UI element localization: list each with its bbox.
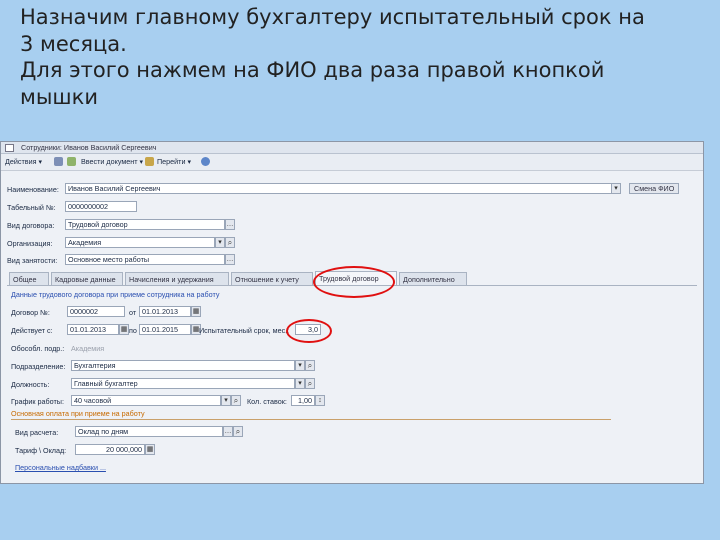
tab-highlight-oval: [313, 266, 395, 298]
contract-panel: Данные трудового договора при приеме сот…: [7, 285, 697, 479]
caption-line-1: Назначим главному бухгалтеру испытательн…: [20, 5, 645, 29]
window-icon: [5, 144, 14, 152]
slide-caption: Назначим главному бухгалтеру испытательн…: [20, 4, 710, 110]
toolbar: Действия ▾ Ввести документ ▾ Перейти ▾: [1, 154, 703, 171]
window-titlebar: Сотрудники: Иванов Василий Сергеевич: [1, 142, 703, 154]
rates-stepper[interactable]: ↕: [315, 395, 325, 406]
caption-line-2: 3 месяца.: [20, 31, 127, 56]
organization-search-icon[interactable]: ⌕: [225, 237, 235, 248]
calc-type-select-button[interactable]: …: [223, 426, 233, 437]
help-icon[interactable]: [201, 157, 210, 166]
tab-general[interactable]: Общее: [9, 272, 49, 285]
schedule-dropdown-button[interactable]: ▾: [221, 395, 231, 406]
employee-window: Сотрудники: Иванов Василий Сергеевич Дей…: [0, 141, 704, 484]
enter-document-menu[interactable]: Ввести документ ▾: [81, 157, 143, 166]
contract-date-field[interactable]: 01.01.2013: [139, 306, 191, 317]
contract-section-title: Данные трудового договора при приеме сот…: [11, 290, 220, 299]
organization-dropdown-button[interactable]: ▾: [215, 237, 225, 248]
tab-personnel[interactable]: Кадровые данные: [51, 272, 123, 285]
schedule-field[interactable]: 40 часовой: [71, 395, 221, 406]
contract-type-label: Вид договора:: [7, 221, 55, 230]
tab-accruals[interactable]: Начисления и удержания: [125, 272, 229, 285]
position-field[interactable]: Главный бухгалтер: [71, 378, 295, 389]
tab-number-field[interactable]: 0000000002: [65, 201, 137, 212]
department-label: Подразделение:: [11, 362, 66, 371]
probation-highlight-oval: [286, 319, 332, 343]
valid-to-field[interactable]: 01.01.2015: [139, 324, 191, 335]
refresh-icon[interactable]: [67, 157, 76, 166]
contract-number-field[interactable]: 0000002: [67, 306, 125, 317]
separate-division-label: Обособл. подр.:: [11, 344, 65, 353]
position-dropdown-button[interactable]: ▾: [295, 378, 305, 389]
valid-to-label: по: [129, 326, 137, 335]
position-label: Должность:: [11, 380, 50, 389]
contract-date-from-label: от: [129, 308, 137, 317]
calc-type-search-icon[interactable]: ⌕: [233, 426, 243, 437]
calc-type-label: Вид расчета:: [15, 428, 59, 437]
caption-line-4: мышки: [20, 84, 98, 109]
caption-line-3: Для этого нажмем на ФИО два раза правой …: [20, 58, 605, 82]
tab-number-label: Табельный №:: [7, 203, 56, 212]
department-search-icon[interactable]: ⌕: [305, 360, 315, 371]
organization-field[interactable]: Академия: [65, 237, 215, 248]
name-dropdown-button[interactable]: ▾: [611, 183, 621, 194]
payment-section-title: Основная оплата при приеме на работу: [11, 409, 145, 418]
rates-label: Кол. ставок:: [247, 397, 287, 406]
tariff-field[interactable]: 20 000,000: [75, 444, 145, 455]
schedule-search-icon[interactable]: ⌕: [231, 395, 241, 406]
schedule-label: График работы:: [11, 397, 64, 406]
separate-division-value: Академия: [71, 344, 105, 353]
change-fio-button[interactable]: Смена ФИО: [629, 183, 680, 194]
employment-type-field[interactable]: Основное место работы: [65, 254, 225, 265]
tariff-label: Тариф \ Оклад:: [15, 446, 67, 455]
contract-date-calendar-icon[interactable]: ▦: [191, 306, 201, 317]
calc-type-field[interactable]: Оклад по дням: [75, 426, 223, 437]
valid-from-calendar-icon[interactable]: ▦: [119, 324, 129, 335]
goto-icon: [145, 157, 154, 166]
rates-field[interactable]: 1,00: [291, 395, 315, 406]
valid-from-label: Действует с:: [11, 326, 53, 335]
name-field[interactable]: Иванов Василий Сергеевич: [65, 183, 621, 194]
contract-type-field[interactable]: Трудовой договор: [65, 219, 225, 230]
tab-additional[interactable]: Дополнительно: [399, 272, 467, 285]
organization-label: Организация:: [7, 239, 53, 248]
tab-accounting[interactable]: Отношение к учету: [231, 272, 313, 285]
name-label: Наименование:: [7, 185, 59, 194]
department-dropdown-button[interactable]: ▾: [295, 360, 305, 371]
save-icon[interactable]: [54, 157, 63, 166]
contract-number-label: Договор №:: [11, 308, 50, 317]
position-search-icon[interactable]: ⌕: [305, 378, 315, 389]
goto-menu[interactable]: Перейти ▾: [157, 157, 191, 166]
actions-menu[interactable]: Действия ▾: [5, 157, 42, 166]
payment-section-divider: [11, 419, 611, 420]
tariff-calculator-icon[interactable]: ▦: [145, 444, 155, 455]
valid-from-field[interactable]: 01.01.2013: [67, 324, 119, 335]
employment-type-select-button[interactable]: …: [225, 254, 235, 265]
employment-type-label: Вид занятости:: [7, 256, 58, 265]
contract-type-select-button[interactable]: …: [225, 219, 235, 230]
department-field[interactable]: Бухгалтерия: [71, 360, 295, 371]
personal-allowances-link[interactable]: Персональные надбавки ...: [15, 463, 106, 472]
window-title: Сотрудники: Иванов Василий Сергеевич: [21, 143, 157, 152]
probation-label: Испытательный срок, мес.:: [199, 326, 290, 335]
